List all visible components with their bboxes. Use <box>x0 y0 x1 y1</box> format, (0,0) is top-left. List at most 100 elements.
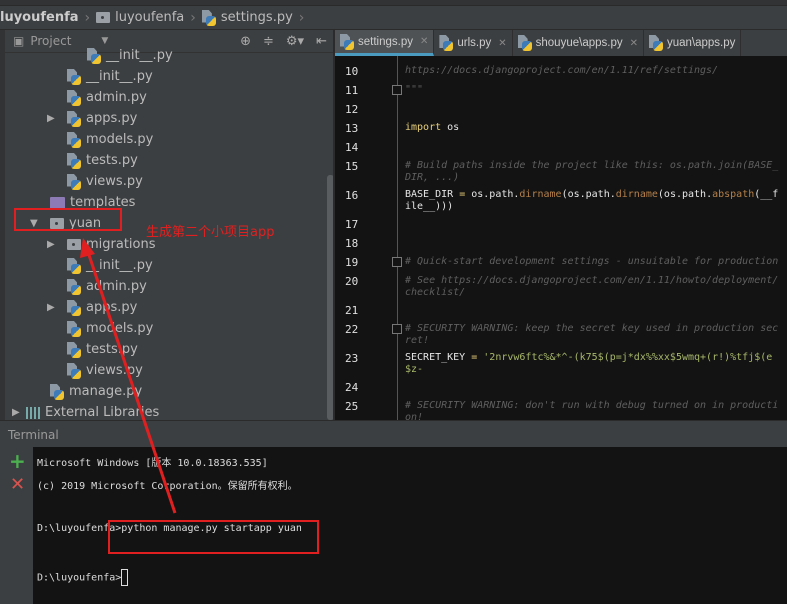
tree-item-label: models.py <box>86 132 154 147</box>
tree-item-label: tests.py <box>86 342 138 357</box>
tree-item-label: tests.py <box>86 153 138 168</box>
editor-tab[interactable]: yuan\apps.py <box>644 30 742 56</box>
python-file-icon <box>518 35 532 51</box>
code-token: abspath <box>712 189 755 200</box>
expand-arrow-icon[interactable]: ▶ <box>12 407 20 418</box>
breadcrumb: luyoufenfa › luyoufenfa › settings.py › <box>0 6 787 30</box>
code-row: 22 # SECURITY WARNING: keep the secret ke… <box>335 320 787 349</box>
tree-item[interactable]: __init__.py <box>67 66 153 87</box>
code-row: 14 <box>335 138 787 157</box>
templates-folder-icon <box>50 196 65 209</box>
hide-panel-icon[interactable]: ⇤ <box>316 34 327 49</box>
fold-marker-icon[interactable] <box>392 324 402 334</box>
gear-icon[interactable]: ⚙▾ <box>286 34 304 49</box>
fold-marker-icon[interactable] <box>392 85 402 95</box>
terminal-toolbar: + ✕ <box>0 447 33 604</box>
expand-arrow-icon[interactable]: ▶ <box>47 113 55 124</box>
code-token: # Build paths inside the project like th… <box>405 160 779 183</box>
tree-item[interactable]: models.py <box>67 318 153 339</box>
collapse-all-icon[interactable]: ≑ <box>263 34 274 49</box>
tree-item-label: __init__.py <box>86 69 153 84</box>
tree-item[interactable]: __init__.py <box>87 45 173 66</box>
code-editor: settings.py ✕ urls.py ✕ shouyue\apps.py ✕ yuan… <box>333 30 787 461</box>
tree-item[interactable]: tests.py <box>67 339 138 360</box>
line-number: 21 <box>345 304 359 317</box>
line-number: 18 <box>345 237 359 250</box>
code-row: 18 <box>335 234 787 253</box>
code-token: BASE_DIR <box>405 189 460 200</box>
code-row: 20 # See https://docs.djangoproject.com/e… <box>335 272 787 301</box>
tree-item[interactable]: admin.py <box>67 276 147 297</box>
code-row: 13 import os <box>335 119 787 138</box>
project-view-icon: ▣ <box>13 34 25 48</box>
breadcrumb-folder[interactable]: luyoufenfa <box>90 10 190 25</box>
close-tab-icon[interactable]: ✕ <box>498 38 506 49</box>
code-line: SECRET_KEY = '2nrvw6ftc%&*^-(k75$(p=j*dx… <box>405 352 787 376</box>
tree-item[interactable]: manage.py <box>50 381 142 402</box>
code-token: os.path. <box>465 189 520 200</box>
tree-item[interactable]: views.py <box>67 171 143 192</box>
code-area[interactable]: 10 https://docs.djangoproject.com/en/1.11… <box>335 62 787 464</box>
line-number: 17 <box>345 218 359 231</box>
folder-icon <box>67 239 81 250</box>
expand-arrow-icon[interactable]: ▶ <box>47 239 55 250</box>
editor-tab[interactable]: shouyue\apps.py ✕ <box>513 30 644 56</box>
tree-item[interactable]: __init__.py <box>67 255 153 276</box>
tree-item[interactable]: tests.py <box>67 150 138 171</box>
tree-item[interactable]: views.py <box>67 360 143 381</box>
terminal-line-text: Microsoft Windows [版本 10.0.18363.535] <box>37 458 268 469</box>
tree-item[interactable]: models.py <box>67 129 153 150</box>
breadcrumb-label: luyoufenfa <box>115 10 185 25</box>
breadcrumb-file[interactable]: settings.py <box>196 10 299 26</box>
code-row: 24 <box>335 378 787 397</box>
highlight-box-yuan <box>14 208 122 231</box>
code-token: # See https://docs.djangoproject.com/en/… <box>405 275 779 298</box>
python-file-icon <box>67 153 81 169</box>
python-file-icon <box>67 132 81 148</box>
terminal-line: Microsoft Windows [版本 10.0.18363.535] <box>37 454 268 469</box>
tree-item-label: manage.py <box>69 384 143 399</box>
fold-marker-icon[interactable] <box>392 257 402 267</box>
code-row: 21 <box>335 301 787 320</box>
code-line: import os <box>405 122 787 134</box>
tree-item[interactable]: admin.py <box>67 87 147 108</box>
python-file-icon <box>87 48 101 64</box>
locate-icon[interactable]: ⊕ <box>240 34 251 49</box>
tab-label: shouyue\apps.py <box>535 37 623 49</box>
close-terminal-icon[interactable]: ✕ <box>10 474 25 495</box>
line-number: 12 <box>345 103 359 116</box>
tree-item-label: External Libraries <box>45 405 160 420</box>
breadcrumb-project[interactable]: luyoufenfa <box>0 10 85 25</box>
tree-item[interactable]: ▶ apps.py <box>47 108 137 129</box>
tree-item[interactable]: ▶ apps.py <box>47 297 137 318</box>
editor-tabs: settings.py ✕ urls.py ✕ shouyue\apps.py ✕ yuan… <box>335 30 787 56</box>
code-token: dirname <box>615 189 658 200</box>
tree-item-label: __init__.py <box>106 48 173 63</box>
terminal-line-text: D:\luyoufenfa> <box>37 572 122 584</box>
code-line: # SECURITY WARNING: keep the secret key … <box>405 323 787 347</box>
tree-item[interactable]: ▶ migrations <box>47 234 156 255</box>
code-row: 11 """ <box>335 81 787 100</box>
terminal-cursor <box>121 569 129 586</box>
project-view-selector[interactable]: Project <box>30 34 71 48</box>
close-tab-icon[interactable]: ✕ <box>420 36 428 47</box>
python-file-icon <box>67 342 81 358</box>
tree-item-label: views.py <box>86 363 143 378</box>
tab-label: urls.py <box>457 37 492 49</box>
tree-item-label: admin.py <box>86 279 147 294</box>
code-token: # SECURITY WARNING: keep the secret key … <box>405 323 779 346</box>
tab-label: settings.py <box>358 35 413 48</box>
line-number: 15 <box>345 160 359 173</box>
breadcrumb-label: luyoufenfa <box>0 10 79 25</box>
editor-tab[interactable]: urls.py ✕ <box>434 30 513 56</box>
code-token: # Quick-start development settings - uns… <box>405 256 779 267</box>
close-tab-icon[interactable]: ✕ <box>630 38 638 49</box>
expand-arrow-icon[interactable]: ▶ <box>47 302 55 313</box>
code-line: # See https://docs.djangoproject.com/en/… <box>405 275 787 299</box>
code-token: (os.path. <box>657 189 713 200</box>
python-file-icon <box>340 34 354 50</box>
code-token: """ <box>405 84 424 95</box>
add-terminal-icon[interactable]: + <box>9 449 26 473</box>
python-file-icon <box>67 258 81 274</box>
editor-tab[interactable]: settings.py ✕ <box>335 30 435 56</box>
